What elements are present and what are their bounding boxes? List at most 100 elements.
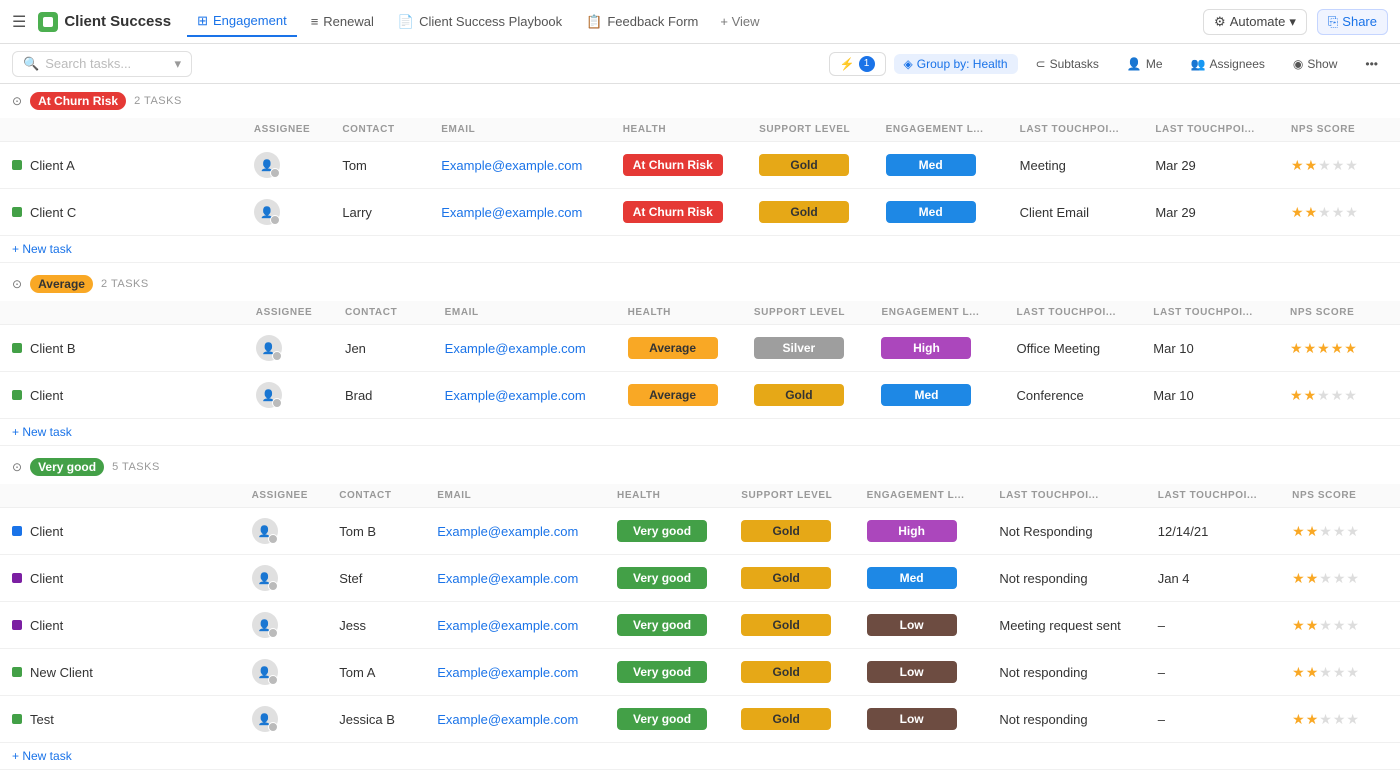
star-5: ★ [1346,523,1359,540]
tab-feedback[interactable]: 📋 Feedback Form [576,7,708,37]
share-button[interactable]: ⎘ Share [1317,9,1388,35]
contact-cell: Tom [330,142,429,189]
health-badge: At Churn Risk [623,154,723,176]
star-2: ★ [1305,204,1318,221]
task-dot [12,343,22,353]
task-dot [12,573,22,583]
col-header-touchdate: LAST TOUCHPOI... [1146,484,1280,508]
group-by-button[interactable]: ◈ Group by: Health [894,54,1018,74]
task-title[interactable]: Client A [30,158,75,173]
table-row: New Client 👤 Tom A Example@example.com V… [0,649,1400,696]
tab-engagement[interactable]: ⊞ Engagement [187,7,297,37]
star-5: ★ [1346,617,1359,634]
search-chevron: ▾ [174,56,181,72]
new-task-label[interactable]: + New task [12,425,72,439]
task-name: Client [12,388,232,403]
task-title[interactable]: Client [30,524,63,539]
star-3: ★ [1318,204,1331,221]
email-cell: Example@example.com [441,158,582,173]
me-button[interactable]: 👤 Me [1117,54,1173,74]
task-title[interactable]: New Client [30,665,93,680]
new-task-row[interactable]: + New task [0,419,1400,446]
task-title[interactable]: Client C [30,205,76,220]
star-4: ★ [1332,157,1345,174]
col-header-assignee: ASSIGNEE [240,484,328,508]
support-badge: Gold [754,384,844,406]
more-button[interactable]: ••• [1355,54,1388,74]
hamburger-icon[interactable]: ☰ [12,12,26,32]
more-icon: ••• [1365,57,1378,71]
renewal-icon: ≡ [311,14,319,29]
email-cell: Example@example.com [437,524,578,539]
automate-button[interactable]: ⚙ Automate ▾ [1203,9,1307,35]
task-title[interactable]: Client [30,618,63,633]
nps-stars: ★ ★ ★ ★ ★ [1291,157,1388,174]
group-churn-toggle[interactable]: ⊙ [12,94,22,108]
assignees-button[interactable]: 👥 Assignees [1181,54,1275,74]
touchpoint-cell: Conference [1005,372,1142,419]
col-header-touchpoint: LAST TOUCHPOI... [1008,118,1144,142]
group-average-toggle[interactable]: ⊙ [12,277,22,291]
group-average: ⊙ Average 2 TASKS ASSIGNEE CONTACT EMAIL… [0,267,1400,446]
new-task-row[interactable]: + New task [0,236,1400,263]
subtasks-label: Subtasks [1050,57,1099,71]
task-name: Client [12,571,228,586]
nps-stars: ★ ★ ★ ★ ★ [1292,523,1388,540]
nps-stars: ★ ★ ★ ★ ★ [1290,387,1388,404]
avatar-icon: 👤 [258,572,272,585]
avatar-icon: 👤 [260,206,274,219]
table-row: Client B 👤 Jen Example@example.com Avera… [0,325,1400,372]
health-badge: Average [628,384,718,406]
table-row: Client 👤 Stef Example@example.com Very g… [0,555,1400,602]
col-header-name [0,301,244,325]
show-button[interactable]: ◉ Show [1283,54,1348,74]
group-churn-count: 2 TASKS [134,95,182,107]
tab-playbook[interactable]: 📄 Client Success Playbook [388,7,572,37]
star-2: ★ [1306,711,1319,728]
touchpoint-cell: Client Email [1008,189,1144,236]
engagement-icon: ⊞ [197,13,208,29]
add-view-button[interactable]: + View [712,10,767,33]
task-title[interactable]: Test [30,712,54,727]
show-icon: ◉ [1293,57,1303,71]
star-2: ★ [1306,664,1319,681]
engagement-badge: Med [867,567,957,589]
show-label: Show [1307,57,1337,71]
support-badge: Gold [741,708,831,730]
star-2: ★ [1306,523,1319,540]
col-header-support: SUPPORT LEVEL [747,118,874,142]
col-header-email: EMAIL [429,118,610,142]
col-header-engagement: ENGAGEMENT L... [855,484,988,508]
health-badge: Average [628,337,718,359]
star-3: ★ [1319,664,1332,681]
col-header-nps: NPS SCORE [1280,484,1400,508]
new-task-row[interactable]: + New task [0,743,1400,770]
task-title[interactable]: Client [30,571,63,586]
filter-icon: ⚡ [840,57,855,71]
tab-renewal[interactable]: ≡ Renewal [301,7,384,37]
avatar: 👤 [254,152,280,178]
new-task-label[interactable]: + New task [12,242,72,256]
task-name: Client [12,524,228,539]
star-4: ★ [1333,570,1346,587]
nav-right: ⚙ Automate ▾ ⎘ Share [1203,9,1388,35]
star-4: ★ [1333,711,1346,728]
task-title[interactable]: Client B [30,341,76,356]
star-3: ★ [1319,711,1332,728]
logo-icon [38,12,58,32]
group-verygood-toggle[interactable]: ⊙ [12,460,22,474]
new-task-label[interactable]: + New task [12,749,72,763]
assignees-label: Assignees [1210,57,1265,71]
subtasks-button[interactable]: ⊂ Subtasks [1026,54,1109,74]
filter-button[interactable]: ⚡ 1 [829,52,886,76]
email-cell: Example@example.com [441,205,582,220]
subtasks-icon: ⊂ [1036,57,1046,71]
renewal-label: Renewal [323,14,374,29]
support-badge: Gold [741,661,831,683]
search-box[interactable]: 🔍 Search tasks... ▾ [12,51,192,77]
touchdate-cell: Mar 29 [1143,189,1279,236]
col-header-contact: CONTACT [327,484,425,508]
col-header-email: EMAIL [425,484,605,508]
task-title[interactable]: Client [30,388,63,403]
email-cell: Example@example.com [445,341,586,356]
